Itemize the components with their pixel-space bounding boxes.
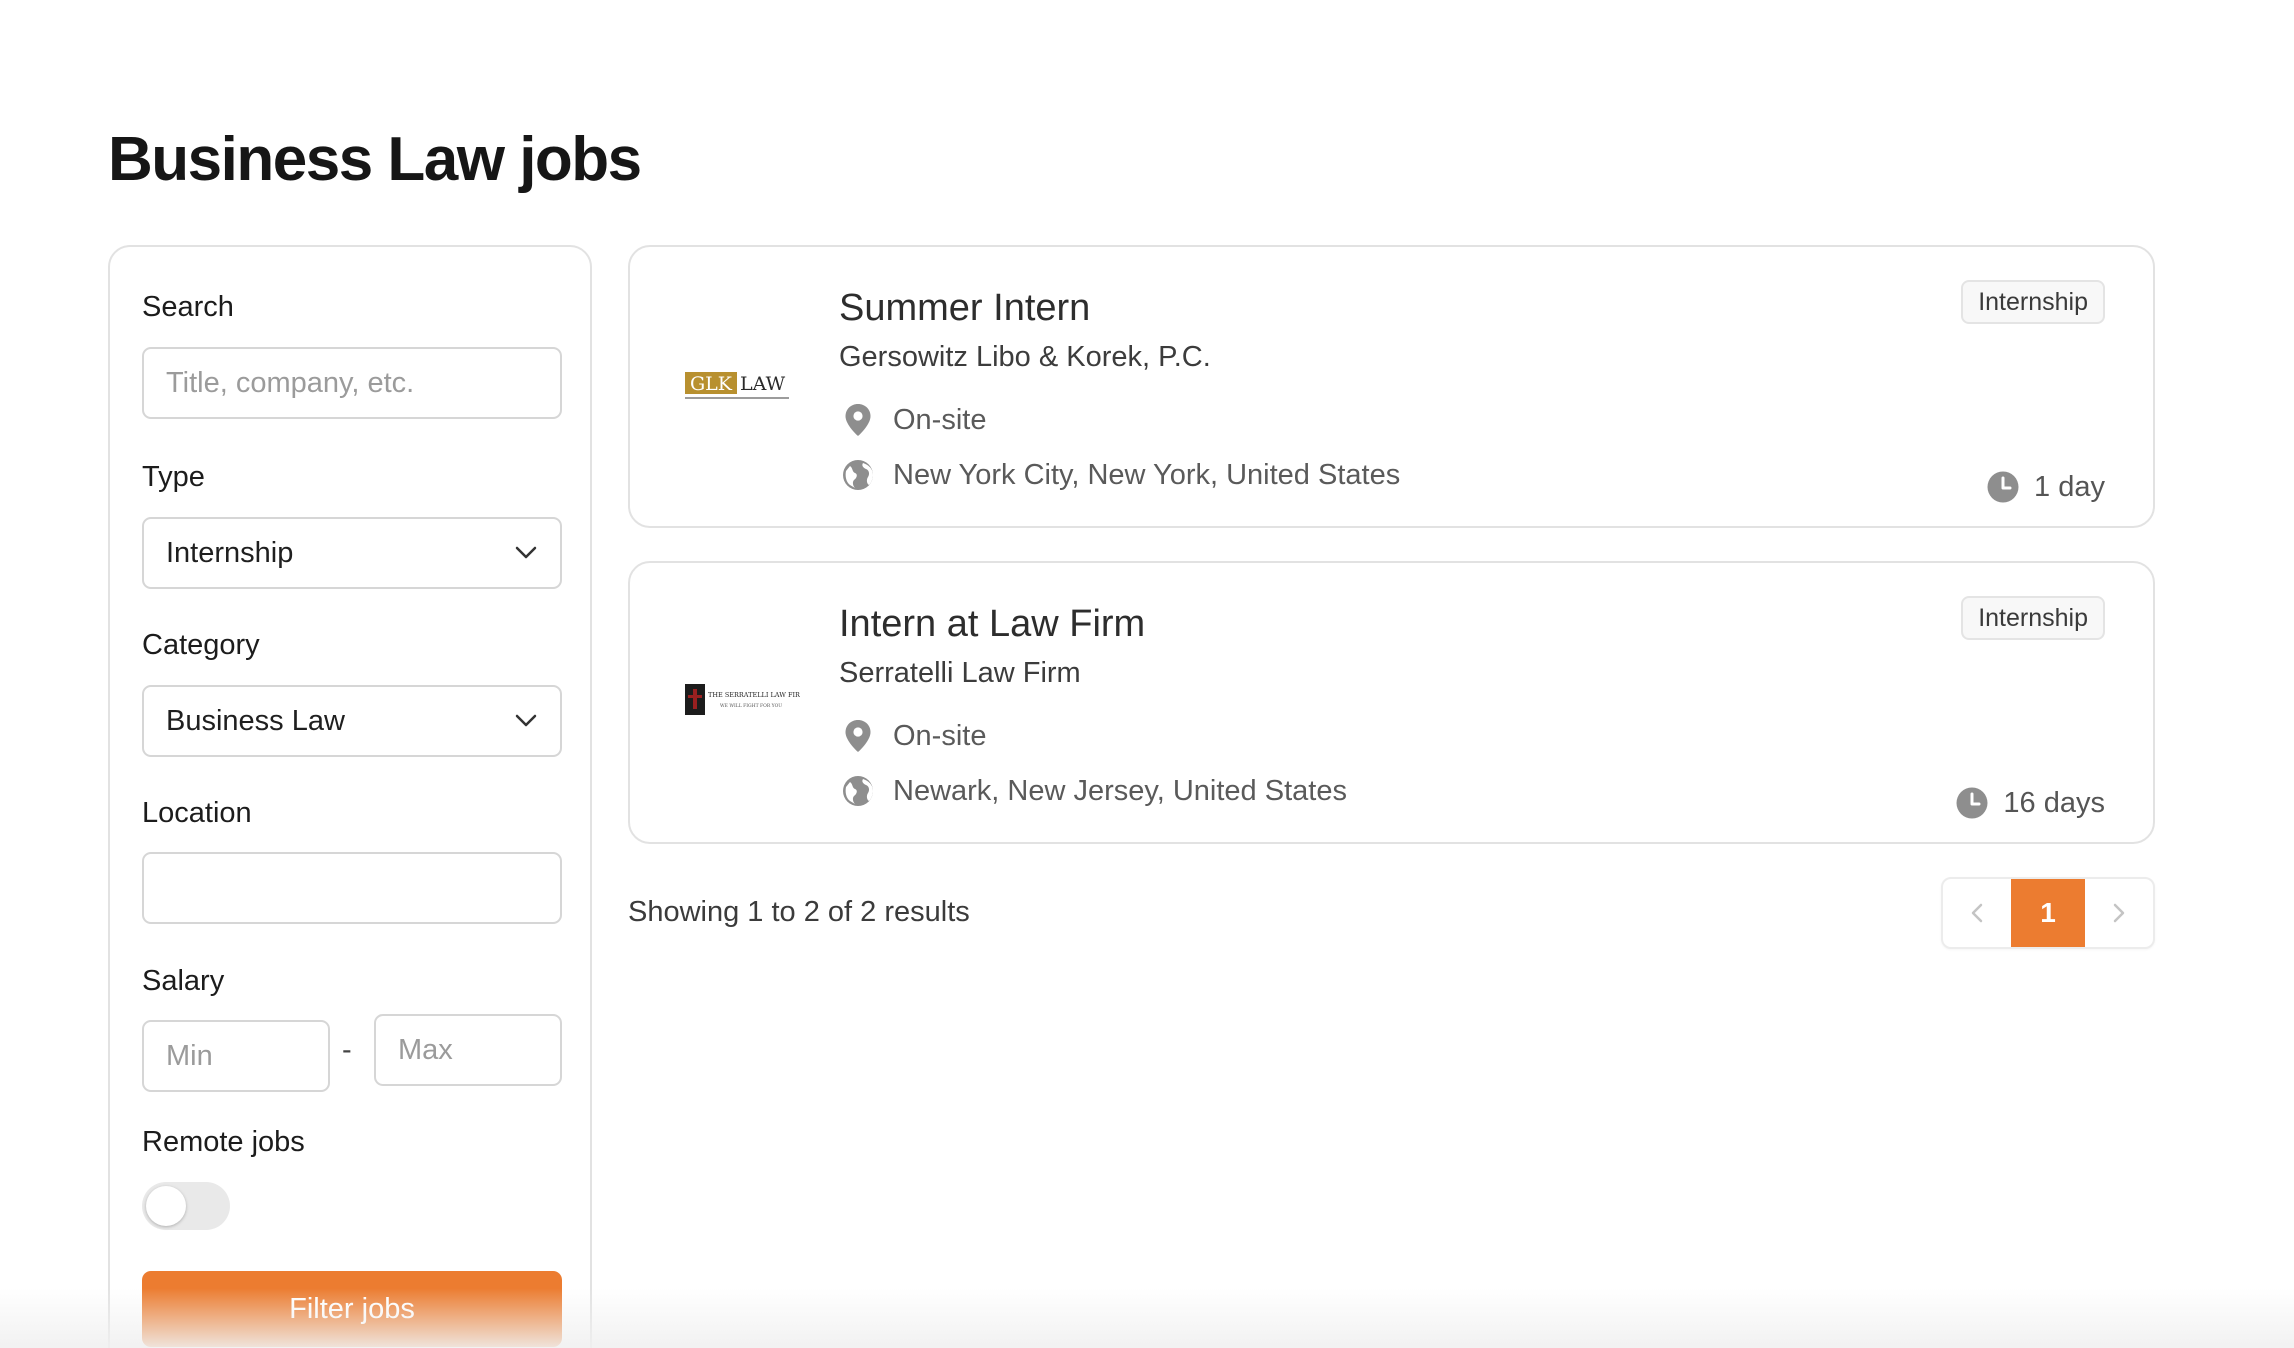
- workplace-type: On-site: [841, 718, 986, 754]
- remote-jobs-label: Remote jobs: [142, 1126, 305, 1158]
- company-logo: THE SERRATELLI LAW FIRM WE WILL FIGHT FO…: [680, 675, 807, 725]
- clock-icon: [1955, 786, 1989, 820]
- svg-text:GLK: GLK: [690, 373, 733, 395]
- remote-jobs-toggle[interactable]: [142, 1182, 230, 1230]
- category-select-value: Business Law: [166, 704, 345, 737]
- job-card[interactable]: THE SERRATELLI LAW FIRM WE WILL FIGHT FO…: [628, 561, 2155, 844]
- job-location: Newark, New Jersey, United States: [841, 773, 1347, 809]
- salary-range-separator: -: [342, 1034, 352, 1066]
- job-title[interactable]: Intern at Law Firm: [839, 601, 1145, 647]
- globe-icon: [841, 458, 875, 492]
- type-label: Type: [142, 461, 205, 493]
- job-title[interactable]: Summer Intern: [839, 285, 1090, 331]
- toggle-knob: [146, 1186, 186, 1226]
- chevron-right-icon: [2113, 903, 2125, 923]
- company-name: Serratelli Law Firm: [839, 657, 1081, 689]
- type-select[interactable]: Internship: [142, 517, 562, 589]
- posted-text: 16 days: [2003, 787, 2105, 819]
- company-logo: GLK LAW: [680, 359, 800, 409]
- job-board-page: Business Law jobs Search Type Internship…: [0, 0, 2294, 1348]
- svg-text:LAW: LAW: [740, 373, 786, 395]
- type-select-value: Internship: [166, 536, 294, 569]
- category-select[interactable]: Business Law: [142, 685, 562, 757]
- results-summary: Showing 1 to 2 of 2 results: [628, 896, 970, 928]
- job-card[interactable]: GLK LAW Summer Intern Gersowitz Libo & K…: [628, 245, 2155, 528]
- workplace-type: On-site: [841, 402, 986, 438]
- workplace-text: On-site: [893, 720, 987, 752]
- job-location: New York City, New York, United States: [841, 457, 1400, 493]
- location-input[interactable]: [142, 852, 562, 924]
- company-name: Gersowitz Libo & Korek, P.C.: [839, 341, 1211, 373]
- search-label: Search: [142, 291, 234, 323]
- salary-label: Salary: [142, 965, 225, 997]
- clock-icon: [1986, 470, 2020, 504]
- map-pin-icon: [841, 403, 875, 437]
- page-button-current[interactable]: 1: [2011, 879, 2085, 947]
- category-label: Category: [142, 629, 260, 661]
- job-type-badge: Internship: [1961, 280, 2105, 324]
- chevron-down-icon: [514, 709, 538, 733]
- svg-text:THE SERRATELLI LAW FIRM: THE SERRATELLI LAW FIRM: [708, 691, 800, 699]
- search-input[interactable]: [142, 347, 562, 419]
- map-pin-icon: [841, 719, 875, 753]
- chevron-down-icon: [514, 541, 538, 565]
- location-text: Newark, New Jersey, United States: [893, 775, 1347, 807]
- pagination: 1: [1941, 877, 2155, 949]
- posted-age: 16 days: [1955, 785, 2105, 821]
- posted-age: 1 day: [1986, 469, 2105, 505]
- globe-icon: [841, 774, 875, 808]
- svg-text:WE WILL FIGHT FOR YOU: WE WILL FIGHT FOR YOU: [720, 703, 782, 709]
- job-type-badge: Internship: [1961, 596, 2105, 640]
- chevron-left-icon: [1971, 903, 1983, 923]
- salary-min-input[interactable]: [142, 1020, 330, 1092]
- location-text: New York City, New York, United States: [893, 459, 1401, 491]
- previous-page-button[interactable]: [1943, 879, 2011, 947]
- next-page-button[interactable]: [2085, 879, 2153, 947]
- posted-text: 1 day: [2034, 471, 2105, 503]
- salary-max-input[interactable]: [374, 1014, 562, 1086]
- filter-jobs-button[interactable]: Filter jobs: [142, 1271, 562, 1347]
- workplace-text: On-site: [893, 404, 987, 436]
- location-label: Location: [142, 797, 252, 829]
- page-title: Business Law jobs: [108, 125, 642, 194]
